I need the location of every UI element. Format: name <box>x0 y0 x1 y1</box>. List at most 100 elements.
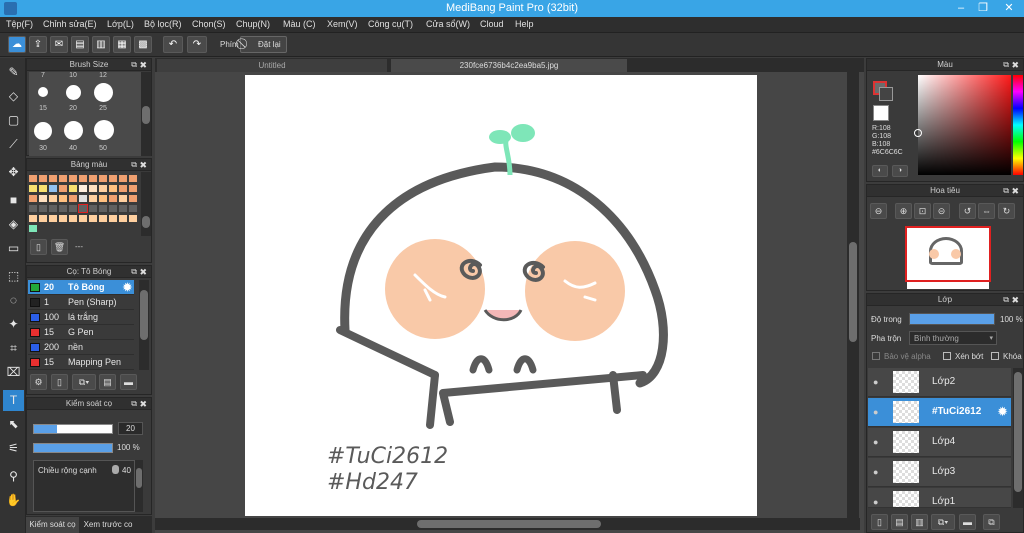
popout-icon[interactable]: ⧉ <box>1003 294 1009 306</box>
palette-swatch[interactable] <box>49 185 57 192</box>
popout-icon[interactable]: ⧉ <box>131 159 137 171</box>
eye-icon[interactable]: ● <box>873 497 878 507</box>
bucket-tool-icon[interactable]: ◈ <box>3 214 24 235</box>
palette-swatch[interactable] <box>119 195 127 202</box>
scrollbar[interactable] <box>139 280 149 370</box>
protect-alpha-checkbox[interactable] <box>872 352 880 360</box>
palette-swatch[interactable] <box>59 175 67 182</box>
rotate-left-icon[interactable]: ↺ <box>959 203 976 219</box>
menu-tools[interactable]: Công cụ(T) <box>368 19 413 29</box>
close-button[interactable]: ✕ <box>996 1 1022 16</box>
layer-row[interactable]: ● Lớp1 <box>868 488 1011 508</box>
palette-swatch[interactable] <box>69 185 77 192</box>
size-slider[interactable] <box>33 424 113 434</box>
palette-swatch[interactable] <box>99 175 107 182</box>
blend-mode-select[interactable]: Bình thường ▾ <box>909 331 997 345</box>
rect-select-tool-icon[interactable]: ▢ <box>3 110 24 131</box>
fill-rect-tool-icon[interactable]: ■ <box>3 190 24 211</box>
palette-swatch[interactable] <box>109 185 117 192</box>
brush-list-item[interactable]: 200 nền <box>28 340 134 355</box>
palette-swatch[interactable] <box>29 205 37 212</box>
brush-list-item[interactable]: 20 Tô Bóng ✹ <box>28 280 134 295</box>
menu-edit[interactable]: Chỉnh sửa(E) <box>43 19 97 29</box>
palette-swatch[interactable] <box>109 195 117 202</box>
fit-icon[interactable]: ⊡ <box>914 203 931 219</box>
reset-button[interactable]: ⃠ Đặt lại <box>240 36 287 53</box>
palette-swatch[interactable] <box>129 215 137 222</box>
eye-icon[interactable]: ● <box>873 437 878 447</box>
brush-list-item[interactable]: 15 G Pen <box>28 325 134 340</box>
palette-swatch[interactable] <box>78 204 88 213</box>
brush-size-20[interactable] <box>66 85 81 100</box>
menu-view[interactable]: Xem(V) <box>327 19 358 29</box>
select-pen-tool-icon[interactable]: ⌗ <box>3 338 24 359</box>
layer-opacity-slider[interactable] <box>909 313 995 325</box>
menu-layer[interactable]: Lớp(L) <box>107 19 134 29</box>
close-panel-icon[interactable]: ✖ <box>1011 185 1019 197</box>
opacity-slider[interactable] <box>33 443 113 453</box>
scroll-thumb[interactable] <box>142 216 150 228</box>
brush-list-item[interactable]: 15 Mapping Pen <box>28 355 134 370</box>
hue-slider[interactable] <box>1013 75 1023 175</box>
palette-swatch[interactable] <box>119 175 127 182</box>
eyedropper-tool-icon[interactable]: ⚲ <box>3 466 24 487</box>
menu-window[interactable]: Cửa sổ(W) <box>426 19 470 29</box>
popout-icon[interactable]: ⧉ <box>131 398 137 410</box>
color-field[interactable] <box>918 75 1011 175</box>
brush-size-15[interactable] <box>38 87 48 97</box>
popout-icon[interactable]: ⧉ <box>1003 185 1009 197</box>
palette-swatch[interactable] <box>99 195 107 202</box>
maximize-button[interactable]: ❐ <box>970 1 996 16</box>
upload-icon[interactable]: ⇪ <box>29 36 47 53</box>
gear-icon[interactable]: ✹ <box>997 404 1008 420</box>
redo-button[interactable]: ↷ <box>187 36 207 53</box>
palette-swatch[interactable] <box>29 185 37 192</box>
scroll-thumb[interactable] <box>142 106 150 124</box>
palette-swatch[interactable] <box>39 205 47 212</box>
palette-swatch[interactable] <box>49 205 57 212</box>
menu-filter[interactable]: Bộ lọc(R) <box>144 19 182 29</box>
eye-icon[interactable]: ● <box>873 407 878 417</box>
palette-swatch[interactable] <box>129 195 137 202</box>
tab-untitled[interactable]: Untitled <box>157 59 387 72</box>
palette-swatch[interactable] <box>89 215 97 222</box>
brush-list-item[interactable]: 1 Pen (Sharp) <box>28 295 134 310</box>
layer-row[interactable]: ● Lớp3 <box>868 458 1011 487</box>
palette-swatch[interactable] <box>79 185 87 192</box>
select-eraser-tool-icon[interactable]: ⌧ <box>3 362 24 383</box>
palette-swatch[interactable] <box>59 195 67 202</box>
brush-size-50[interactable] <box>94 120 114 140</box>
close-panel-icon[interactable]: ✖ <box>139 398 147 410</box>
comment-icon[interactable]: ✉ <box>50 36 68 53</box>
scroll-thumb[interactable] <box>849 242 857 342</box>
scroll-thumb[interactable] <box>136 468 142 488</box>
palette-swatch[interactable] <box>29 175 37 182</box>
palette-swatch[interactable] <box>29 225 37 232</box>
palette-swatch[interactable] <box>79 175 87 182</box>
new-layer-2-icon[interactable]: ▤ <box>891 514 908 530</box>
menu-cloud[interactable]: Cloud <box>480 19 504 29</box>
menu-capture[interactable]: Chụp(N) <box>236 19 270 29</box>
close-panel-icon[interactable]: ✖ <box>139 59 147 71</box>
popout-icon[interactable]: ⧉ <box>131 59 137 71</box>
layer-folder-icon[interactable]: ▬ <box>959 514 976 530</box>
eraser-tool-icon[interactable]: ◇ <box>3 86 24 107</box>
close-panel-icon[interactable]: ✖ <box>139 266 147 278</box>
palette-swatch[interactable] <box>109 215 117 222</box>
new-layer-icon[interactable]: ▯ <box>871 514 888 530</box>
add-brush-icon[interactable]: ⚙ <box>30 374 47 390</box>
tab-brush-control[interactable]: Kiểm soát cọ <box>26 517 79 533</box>
magic-wand-tool-icon[interactable]: ✦ <box>3 314 24 335</box>
palette-swatch[interactable] <box>39 175 47 182</box>
panel-icon[interactable]: ▦ <box>113 36 131 53</box>
lock-checkbox[interactable] <box>991 352 999 360</box>
message-icon[interactable]: ▤ <box>71 36 89 53</box>
brush-menu-icon[interactable]: ⧉▾ <box>72 374 96 390</box>
vertical-scrollbar[interactable] <box>847 72 859 519</box>
undo-button[interactable]: ↶ <box>163 36 183 53</box>
palette-swatch[interactable] <box>69 195 77 202</box>
cloud-icon[interactable]: ☁ <box>8 36 26 53</box>
rotate-right-icon[interactable]: ↻ <box>998 203 1015 219</box>
color-picker-cursor[interactable] <box>914 129 922 137</box>
palette-swatch[interactable] <box>129 205 137 212</box>
